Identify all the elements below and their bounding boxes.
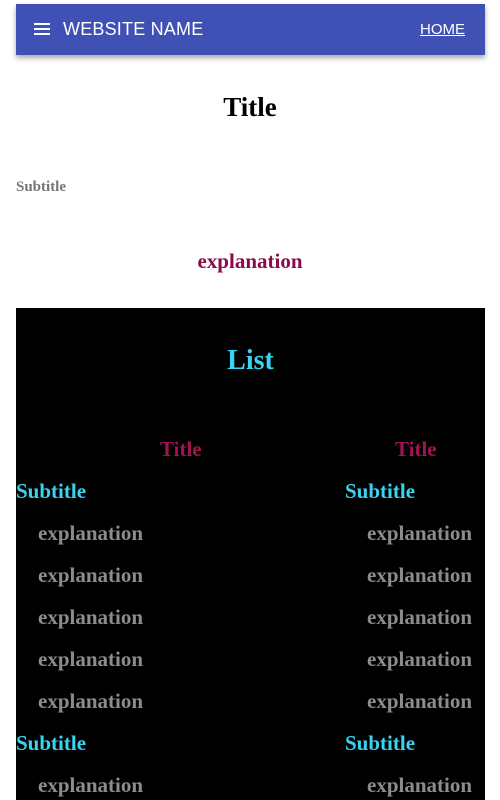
list-item: explanation	[367, 521, 473, 545]
list-item: explanation	[367, 647, 473, 671]
app-bar: WEBSITE NAME HOME	[16, 4, 485, 55]
page-title: Title	[223, 92, 277, 122]
page-explanation: explanation	[197, 249, 303, 273]
nav-home-link[interactable]: HOME	[420, 20, 465, 40]
list-item: explanation	[367, 563, 473, 587]
list-item: explanation	[38, 605, 144, 629]
group-subtitle: Subtitle	[345, 479, 416, 503]
list-section: List Title Subtitle explanation explanat…	[16, 308, 485, 800]
list-item: explanation	[38, 773, 144, 797]
list-item: explanation	[367, 689, 473, 713]
list-item: explanation	[367, 773, 473, 797]
list-item: explanation	[38, 689, 144, 713]
site-name[interactable]: WEBSITE NAME	[63, 18, 203, 40]
column-title: Title	[395, 437, 437, 461]
group-subtitle: Subtitle	[345, 731, 416, 755]
page-subtitle: Subtitle	[16, 179, 67, 195]
list-item: explanation	[38, 521, 144, 545]
list-column-left: Title Subtitle explanation explanation e…	[16, 308, 345, 800]
page: WEBSITE NAME HOME Title Subtitle explana…	[0, 0, 500, 800]
list-item: explanation	[367, 605, 473, 629]
list-column-right: Title Subtitle explanation explanation e…	[345, 308, 485, 800]
group-subtitle: Subtitle	[16, 479, 87, 503]
group-subtitle: Subtitle	[16, 731, 87, 755]
list-item: explanation	[38, 563, 144, 587]
list-item: explanation	[38, 647, 144, 671]
column-title: Title	[160, 437, 202, 461]
hamburger-menu-icon[interactable]	[34, 23, 50, 35]
